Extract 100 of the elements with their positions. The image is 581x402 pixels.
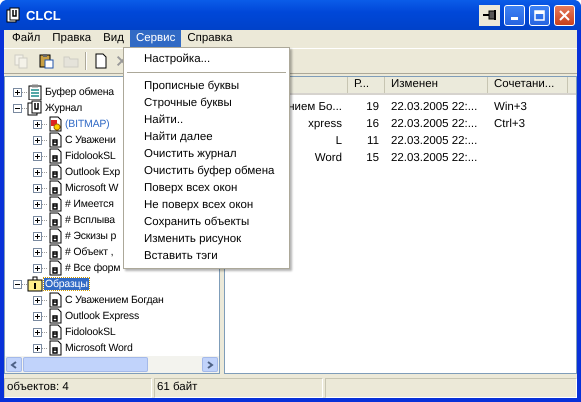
menu-item[interactable]: Очистить журнал (126, 146, 287, 163)
text-document-icon (47, 308, 63, 324)
expand-button[interactable] (33, 200, 42, 208)
expand-button[interactable] (33, 264, 42, 272)
table-cell-text: 22.03.2005 22:... (390, 102, 478, 114)
pin-button[interactable] (479, 4, 500, 26)
table-cell-text: 15 (365, 152, 380, 164)
text-document-icon (47, 148, 63, 164)
tree-item[interactable]: (BITMAP) (64, 118, 110, 130)
document-icon (93, 53, 109, 69)
clipboard-icon (38, 53, 54, 69)
expand-button[interactable] (33, 296, 42, 304)
menu-item[interactable]: Строчные буквы (126, 95, 287, 112)
text-document-icon (47, 164, 63, 180)
minimize-button[interactable] (504, 4, 525, 26)
collapse-button[interactable] (13, 104, 22, 112)
menu-item[interactable]: Вид (97, 30, 130, 48)
table-cell-text: 11 (366, 136, 380, 148)
window-title: CLCL (26, 8, 62, 22)
tree-item[interactable]: С Уважени (64, 134, 117, 146)
table-cell-text: 19 (365, 102, 380, 114)
text-document-icon (47, 196, 63, 212)
menu-item[interactable]: Не поверх всех окон (126, 197, 287, 214)
menu-item[interactable]: Настройка... (126, 51, 287, 68)
tree-item[interactable]: FidolookSL (64, 326, 117, 338)
menu-item[interactable]: Сервис (130, 30, 182, 48)
menu-item[interactable]: Прописные буквы (126, 78, 287, 95)
tree-item[interactable]: FidolookSL (64, 150, 117, 162)
folder-icon (27, 276, 43, 292)
tree-item[interactable]: Буфер обмена (44, 86, 115, 98)
collapse-button[interactable] (13, 280, 22, 288)
menu-item[interactable]: Справка (181, 30, 238, 48)
text-document-icon (47, 340, 63, 356)
expand-button[interactable] (33, 216, 42, 224)
expand-button[interactable] (33, 136, 42, 144)
tree-item[interactable]: Outlook Express (64, 310, 140, 322)
tree-item[interactable]: # Объект , (64, 246, 114, 258)
menu-item[interactable]: Найти.. (126, 112, 287, 129)
maximize-icon (534, 10, 545, 20)
menu-item[interactable]: Правка (46, 30, 98, 48)
maximize-button[interactable] (529, 4, 550, 26)
menu-item[interactable]: Очистить буфер обмена (126, 163, 287, 180)
pin-icon (482, 9, 498, 21)
status-text: объектов: 4 (4, 378, 152, 398)
text-document-icon (47, 180, 63, 196)
menu-item[interactable]: Сохранить объекты (126, 214, 287, 231)
scrollbar-thumb[interactable] (23, 357, 148, 372)
expand-button[interactable] (33, 152, 42, 160)
column-header[interactable]: Р... (348, 77, 385, 93)
menu-item[interactable]: Поверх всех окон (126, 180, 287, 197)
tree-item[interactable]: # Эскизы р (64, 230, 118, 242)
expand-button[interactable] (33, 312, 42, 320)
table-cell-text: 22.03.2005 22:... (390, 152, 478, 164)
text-document-icon (47, 228, 63, 244)
table-cell-text: 16 (365, 118, 380, 130)
tree-item[interactable]: Microsoft W (64, 182, 120, 194)
column-header[interactable]: Сочетани... (488, 77, 568, 93)
expand-button[interactable] (33, 232, 42, 240)
menu-item[interactable]: Найти далее (126, 129, 287, 146)
minimize-icon (511, 17, 518, 20)
copy-icon (13, 53, 29, 69)
table-cell-text: xpress (307, 118, 343, 130)
menu-item[interactable]: Изменить рисунок (126, 231, 287, 248)
table-cell-text: L (334, 136, 343, 148)
menu-item[interactable]: Вставить тэги (126, 248, 287, 265)
menu-item[interactable]: Файл (6, 30, 46, 48)
expand-button[interactable] (33, 184, 42, 192)
close-icon (559, 10, 570, 20)
expand-button[interactable] (33, 168, 42, 176)
tree-item[interactable]: # Имеется (64, 198, 115, 210)
text-document-icon (47, 244, 63, 260)
tree-item[interactable]: С Уважением Богдан (64, 294, 165, 306)
app-icon (6, 7, 22, 23)
text-document-icon (47, 132, 63, 148)
scroll-right-button[interactable] (202, 357, 218, 372)
expand-button[interactable] (33, 344, 42, 352)
text-document-icon (47, 292, 63, 308)
tree-item[interactable]: Образцы (44, 278, 89, 290)
table-cell-text: 22.03.2005 22:... (390, 136, 478, 148)
close-button[interactable] (554, 4, 575, 26)
scroll-left-button[interactable] (6, 357, 22, 372)
text-document-icon (47, 260, 63, 276)
table-cell-text: Win+3 (493, 102, 528, 114)
status-text: 61 байт (154, 378, 323, 398)
clipboard-icon (27, 84, 43, 100)
expand-button[interactable] (13, 88, 22, 96)
tree-item[interactable]: # Всплыва (64, 214, 116, 226)
expand-button[interactable] (33, 248, 42, 256)
table-cell-text: Ctrl+3 (493, 118, 526, 130)
text-document-icon (47, 324, 63, 340)
documents-icon (27, 100, 43, 116)
column-header[interactable]: Изменен (385, 77, 488, 93)
expand-button[interactable] (33, 120, 42, 128)
tree-item[interactable]: Журнал (44, 102, 84, 114)
tree-item[interactable]: # Все форм (64, 262, 122, 274)
expand-button[interactable] (33, 328, 42, 336)
tree-item[interactable]: Outlook Exp (64, 166, 121, 178)
table-cell-text: 22.03.2005 22:... (390, 118, 478, 130)
tree-item[interactable]: Microsoft Word (64, 342, 134, 354)
text-document-icon (47, 212, 63, 228)
